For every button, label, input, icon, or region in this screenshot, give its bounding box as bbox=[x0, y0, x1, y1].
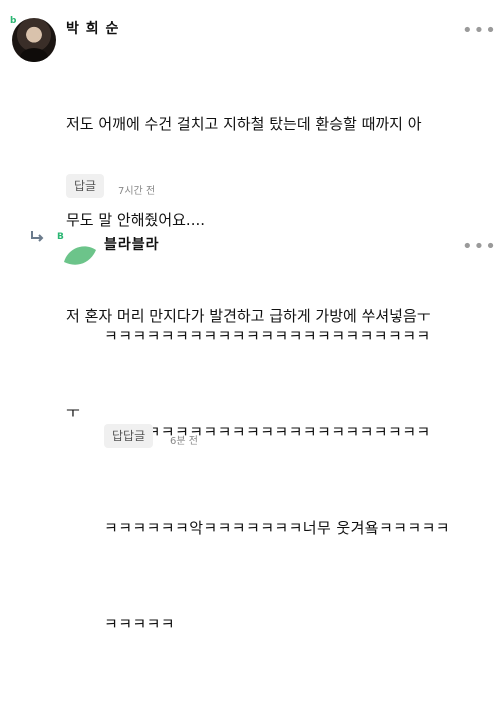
reply-button[interactable]: 답답글 bbox=[104, 424, 154, 448]
user-badge: b bbox=[10, 16, 17, 26]
comment-line: ㅋㅋㅋㅋㅋㅋ악ㅋㅋㅋㅋㅋㅋㅋ너무 웃겨욬ㅋㅋㅋㅋㅋ bbox=[104, 519, 450, 537]
leaf-icon[interactable] bbox=[60, 236, 100, 276]
timestamp: 6분 전 bbox=[170, 436, 198, 447]
more-options-icon[interactable]: ••• bbox=[462, 238, 497, 256]
comment-body: ㅋㅋㅋㅋㅋㅋㅋㅋㅋㅋㅋㅋㅋㅋㅋㅋㅋㅋㅋㅋㅋㅋㅋ ㅋㅋㅋㅋㅋㅋㅋㅋㅋㅋㅋㅋㅋㅋㅋㅋ… bbox=[104, 256, 490, 704]
author-name[interactable]: 박 희 순 bbox=[66, 18, 119, 38]
profile-avatar[interactable] bbox=[12, 18, 56, 62]
comment-line: ㅋㅋㅋㅋㅋ bbox=[104, 615, 176, 633]
reply-button[interactable]: 답글 bbox=[66, 174, 105, 198]
comment-line: ㅋㅋㅋㅋㅋㅋㅋㅋㅋㅋㅋㅋㅋㅋㅋㅋㅋㅋㅋㅋㅋㅋㅋ bbox=[104, 327, 431, 345]
more-options-icon[interactable]: ••• bbox=[462, 22, 497, 40]
timestamp: 7시간 전 bbox=[118, 186, 156, 197]
comment-line: ㅋㅋㅋㅋㅋㅋㅋㅋㅋㅋㅋㅋㅋㅋㅋㅋㅋㅋㅋㅋㅋㅋㅋ bbox=[104, 423, 431, 441]
author-name[interactable]: 블라블라 bbox=[104, 234, 160, 254]
comment-line: 저도 어깨에 수건 걸치고 지하철 탔는데 환승할 때까지 아 bbox=[66, 115, 422, 133]
comment: b 박 희 순 ••• 저도 어깨에 수건 걸치고 지하철 탔는데 환승할 때까… bbox=[0, 0, 500, 421]
